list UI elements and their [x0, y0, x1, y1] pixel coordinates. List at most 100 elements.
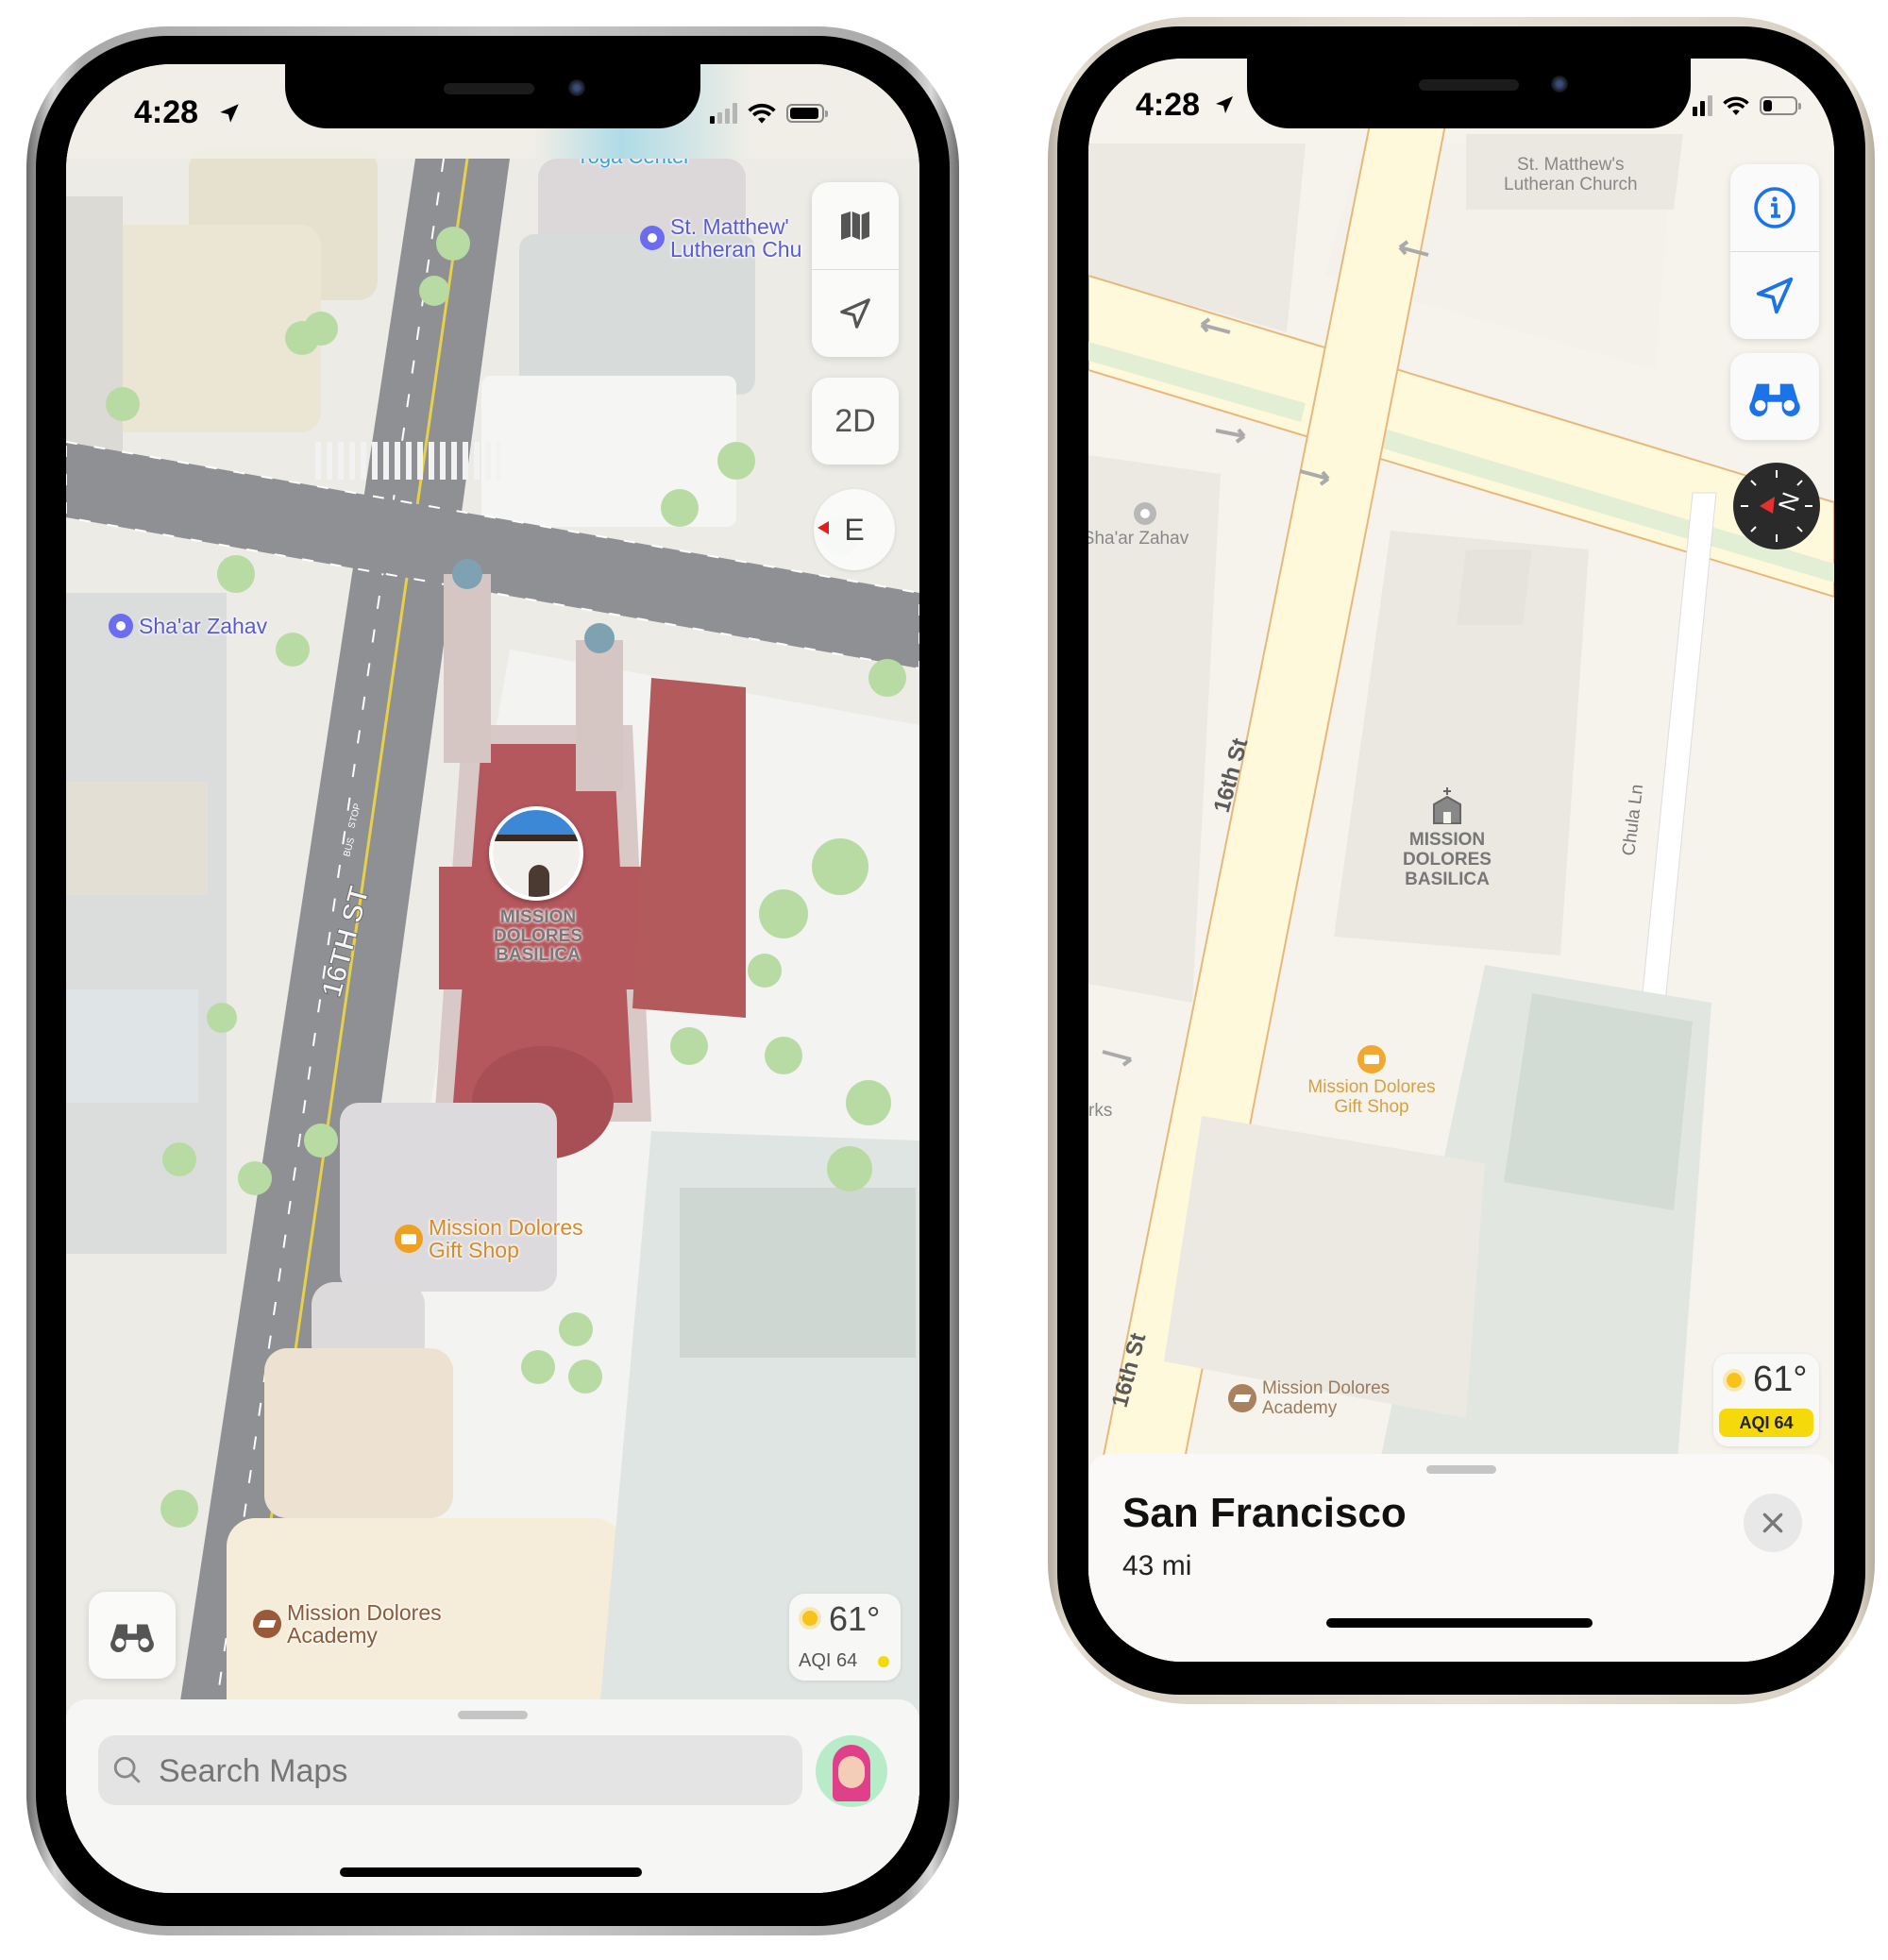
notch [1247, 59, 1691, 128]
weather-widget[interactable]: 61° AQI 64 [789, 1594, 901, 1681]
home-indicator [340, 1867, 642, 1877]
profile-avatar[interactable] [816, 1735, 887, 1807]
close-icon [1762, 1512, 1783, 1533]
left-phone-screen: 16TH ST 16TH ST STOP BUS 4:28 Yoga Cente… [66, 64, 919, 1893]
speaker [444, 83, 534, 94]
compass-needle-icon [818, 521, 829, 534]
row-houses [66, 593, 227, 1254]
signal-icon [1693, 95, 1712, 116]
poi-label: DOLORES [494, 926, 582, 946]
church-icon [1433, 787, 1461, 824]
poi-label: Lutheran Church [1504, 175, 1638, 194]
poi-gift-shop[interactable]: Mission Dolores Gift Shop [395, 1216, 583, 1261]
2d-toggle-button[interactable]: 2D [812, 378, 899, 465]
landmark-photo-icon[interactable] [489, 806, 583, 901]
locate-button[interactable] [812, 269, 899, 357]
location-arrow-icon [1756, 277, 1794, 314]
notch [285, 64, 700, 128]
sheet-grabber[interactable] [1426, 1465, 1496, 1474]
building [66, 196, 123, 461]
poi-label: Mission Dolores [287, 1600, 442, 1625]
locate-button[interactable] [1730, 251, 1819, 339]
poi-label: St. Matthew' [670, 214, 789, 239]
building [340, 1103, 557, 1292]
place-distance: 43 mi [1122, 1550, 1192, 1581]
compass-heading: E [844, 512, 865, 547]
search-icon [113, 1756, 141, 1783]
poi-label: MISSION [1408, 830, 1486, 850]
place-card: San Francisco 43 mi [1088, 1454, 1834, 1662]
poi-label: Mission Dolores [429, 1215, 583, 1240]
poi-label: BASILICA [496, 945, 581, 965]
search-field[interactable] [98, 1735, 802, 1805]
aqi-badge: AQI 64 [1719, 1409, 1813, 1437]
place-dot-icon [640, 226, 665, 250]
location-arrow-icon [840, 298, 870, 329]
weather-widget[interactable]: 61° AQI 64 [1713, 1354, 1819, 1446]
info-icon [1754, 187, 1795, 228]
mission-roof [632, 678, 746, 1018]
location-arrow-icon [220, 104, 239, 123]
bell-tower-right [576, 640, 623, 791]
poi-mission-dolores-basilica[interactable]: MISSION DOLORES BASILICA [1372, 787, 1523, 889]
front-camera [1551, 76, 1568, 93]
poi-label: DOLORES [1403, 850, 1492, 870]
speaker [1419, 79, 1519, 91]
binoculars-icon [1749, 383, 1800, 416]
front-camera [568, 79, 585, 96]
info-button[interactable] [1730, 164, 1819, 251]
compass[interactable]: E [814, 489, 895, 570]
compass[interactable]: N [1733, 463, 1820, 549]
poi-shaar-zahav[interactable]: Sha'ar Zahav [109, 614, 267, 638]
battery-icon [786, 104, 828, 123]
map-controls-group [812, 182, 899, 357]
poi-label: MISSION [499, 907, 577, 927]
poi-mission-dolores-basilica[interactable]: MISSION DOLORES BASILICA [481, 908, 595, 965]
poi-shaar-zahav[interactable]: Sha'ar Zahav [1088, 502, 1202, 549]
aqi-label: AQI 64 [799, 1650, 858, 1671]
poi-label: Sha'ar Zahav [1088, 529, 1189, 549]
poi-academy[interactable]: Mission Dolores Academy [253, 1601, 442, 1647]
poi-label: Lutheran Chu [670, 237, 802, 262]
poi-label: Gift Shop [1334, 1097, 1409, 1117]
look-around-button[interactable] [1730, 353, 1819, 440]
poi-gift-shop[interactable]: Mission Dolores Gift Shop [1258, 1045, 1485, 1117]
search-sheet [66, 1699, 919, 1893]
place-dot-icon [1134, 502, 1156, 525]
search-input[interactable] [157, 1747, 784, 1796]
home-indicator [1326, 1618, 1593, 1628]
look-around-button[interactable] [89, 1592, 176, 1679]
poi-label: Academy [1262, 1398, 1338, 1418]
wifi-icon [1723, 96, 1749, 115]
wifi-icon [748, 103, 776, 124]
poi-label: BASILICA [1405, 870, 1490, 889]
weather-temperature: 61° [1753, 1360, 1808, 1399]
map-mode-button[interactable] [812, 182, 899, 269]
place-title: San Francisco [1122, 1490, 1407, 1536]
poi-label: Sha'ar Zahav [139, 614, 268, 638]
sun-icon [802, 1611, 818, 1626]
sheet-grabber[interactable] [458, 1711, 528, 1719]
poi-label-partial-rks[interactable]: rks [1088, 1101, 1112, 1122]
poi-label: St. Matthew's [1517, 155, 1625, 175]
status-time: 4:28 [134, 94, 199, 130]
poi-label: Gift Shop [429, 1238, 519, 1262]
map-controls-group [1730, 164, 1819, 339]
map-icon [841, 211, 869, 240]
close-button[interactable] [1744, 1494, 1802, 1552]
view-toggle-group: 2D [812, 378, 899, 465]
poi-academy[interactable]: Mission Dolores Academy [1228, 1378, 1390, 1418]
poi-label: Mission Dolores [1262, 1378, 1391, 1398]
status-icons [1693, 94, 1801, 117]
poi-st-matthews[interactable]: St. Matthew's Lutheran Church [1504, 155, 1638, 194]
place-dot-icon [109, 614, 133, 638]
sun-icon [1727, 1373, 1742, 1388]
poi-label: Academy [287, 1623, 378, 1647]
right-phone-screen: 16th St 16th St Chula Ln 4:28 St. Matthe… [1088, 59, 1834, 1662]
status-time: 4:28 [1136, 87, 1201, 123]
graduation-cap-icon [253, 1610, 281, 1638]
bell-tower-left [444, 574, 491, 763]
weather-temperature: 61° [829, 1599, 881, 1638]
poi-st-matthews[interactable]: St. Matthew' Lutheran Chu [640, 215, 801, 261]
graduation-cap-icon [1228, 1384, 1256, 1412]
